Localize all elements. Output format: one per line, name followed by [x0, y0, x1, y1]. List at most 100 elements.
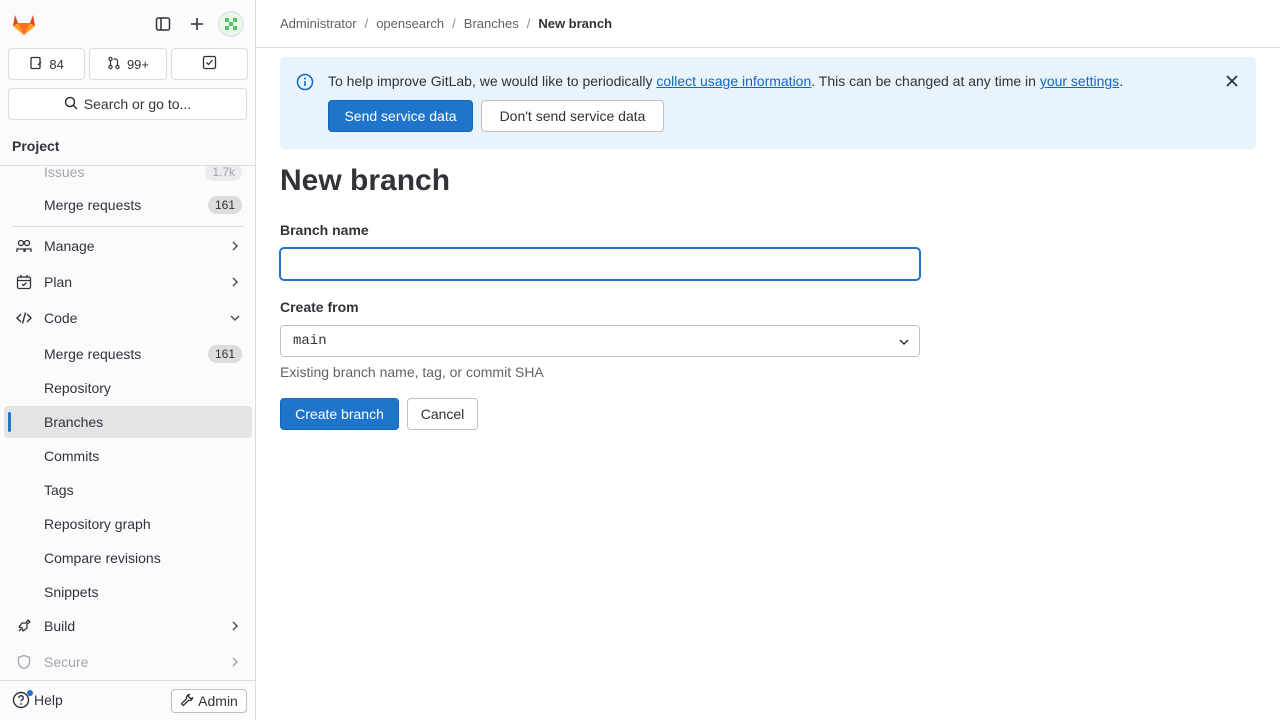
breadcrumb-branches[interactable]: Branches	[464, 16, 519, 31]
sidebar-item-plan[interactable]: Plan	[4, 266, 252, 298]
search-icon	[64, 96, 78, 113]
branch-name-label: Branch name	[280, 222, 369, 238]
search-label: Search or go to...	[83, 96, 192, 112]
alert-text-part: . This can be changed at any time in	[811, 73, 1040, 89]
wrench-icon	[180, 693, 194, 710]
notification-dot	[27, 690, 33, 696]
merge-requests-badge: 161	[207, 345, 242, 363]
chevron-down-icon	[897, 335, 911, 349]
breadcrumb-administrator[interactable]: Administrator	[280, 16, 357, 31]
help-button[interactable]: Help	[12, 690, 63, 709]
toggle-sidebar-icon[interactable]	[151, 12, 175, 36]
gitlab-logo-icon[interactable]	[10, 10, 38, 38]
sidebar-item-issues[interactable]: Issues 1.7k	[4, 166, 252, 188]
avatar[interactable]	[218, 11, 244, 37]
sidebar-item-label: Merge requests	[44, 346, 142, 362]
users-icon	[16, 238, 32, 254]
send-service-data-button[interactable]: Send service data	[328, 100, 473, 132]
close-icon[interactable]	[1224, 73, 1240, 89]
create-from-dropdown[interactable]: main	[280, 325, 920, 357]
chevron-right-icon	[228, 619, 242, 633]
merge-requests-count: 99+	[126, 56, 150, 72]
sidebar-item-secure[interactable]: Secure	[4, 646, 252, 678]
sidebar-item-label: Snippets	[44, 584, 99, 600]
sidebar-nav: Issues 1.7k Merge requests 161 Manage Pl…	[0, 166, 255, 680]
sidebar: 84 99+ Search or go to... Project Issues…	[0, 0, 256, 720]
breadcrumb-current[interactable]: New branch	[538, 16, 612, 31]
chevron-down-icon	[228, 311, 242, 325]
issues-icon	[29, 56, 43, 73]
sidebar-footer: Help Admin	[0, 680, 255, 720]
merge-requests-badge: 161	[207, 196, 242, 214]
create-from-label: Create from	[280, 299, 359, 315]
sidebar-item-branches[interactable]: Branches	[4, 406, 252, 438]
sidebar-item-snippets[interactable]: Snippets	[4, 576, 252, 608]
breadcrumb-separator: /	[526, 16, 531, 31]
user-counts: 84 99+	[8, 48, 248, 80]
plus-icon[interactable]	[185, 12, 209, 36]
sidebar-item-label: Build	[44, 618, 76, 634]
sidebar-item-label: Secure	[44, 654, 89, 670]
chevron-right-icon	[228, 239, 242, 253]
sidebar-item-label: Manage	[44, 238, 95, 254]
top-bar: Administrator / opensearch / Branches / …	[256, 0, 1280, 48]
sidebar-item-manage[interactable]: Manage	[4, 230, 252, 262]
nav-divider	[12, 226, 244, 227]
sidebar-item-build[interactable]: Build	[4, 610, 252, 642]
create-from-help-text: Existing branch name, tag, or commit SHA	[280, 364, 544, 380]
breadcrumb-separator: /	[452, 16, 456, 31]
sidebar-item-label: Merge requests	[44, 197, 142, 213]
admin-label: Admin	[198, 693, 238, 709]
breadcrumb: Administrator / opensearch / Branches / …	[280, 16, 612, 31]
calendar-icon	[16, 274, 32, 290]
help-label: Help	[34, 692, 63, 708]
rocket-icon	[16, 618, 32, 634]
alert-text-part: .	[1119, 73, 1124, 89]
sidebar-item-commits[interactable]: Commits	[4, 440, 252, 472]
sidebar-header	[0, 0, 255, 48]
alert-message: To help improve GitLab, we would like to…	[328, 73, 1123, 89]
create-from-value: main	[293, 333, 327, 349]
todos-button[interactable]	[170, 48, 248, 80]
breadcrumb-opensearch[interactable]: opensearch	[376, 16, 444, 31]
page-title: New branch	[280, 164, 451, 197]
sidebar-item-repository-graph[interactable]: Repository graph	[4, 508, 252, 540]
sidebar-item-label: Plan	[44, 274, 73, 290]
sidebar-item-label: Code	[44, 310, 78, 326]
sidebar-item-label: Issues	[44, 166, 85, 180]
sidebar-item-tags[interactable]: Tags	[4, 474, 252, 506]
sidebar-item-compare-revisions[interactable]: Compare revisions	[4, 542, 252, 574]
help-icon	[12, 690, 33, 709]
branch-name-input[interactable]	[280, 248, 920, 280]
shield-icon	[16, 654, 32, 670]
code-icon	[16, 310, 32, 326]
admin-button[interactable]: Admin	[171, 689, 247, 713]
sidebar-section-title: Project	[0, 128, 255, 166]
cancel-button[interactable]: Cancel	[407, 398, 478, 430]
issues-badge: 1.7k	[205, 166, 242, 181]
issues-count: 84	[49, 56, 64, 72]
sidebar-item-label: Repository graph	[44, 516, 151, 532]
sidebar-item-label: Commits	[44, 448, 100, 464]
chevron-right-icon	[228, 275, 242, 289]
usage-data-alert: To help improve GitLab, we would like to…	[280, 57, 1256, 149]
alert-text-part: To help improve GitLab, we would like to…	[328, 73, 657, 89]
breadcrumb-separator: /	[364, 16, 369, 31]
merge-requests-button[interactable]: 99+	[89, 48, 167, 80]
create-branch-button[interactable]: Create branch	[280, 398, 399, 430]
sidebar-item-repository[interactable]: Repository	[4, 372, 252, 404]
sidebar-item-label: Compare revisions	[44, 550, 161, 566]
collect-usage-link[interactable]: collect usage information	[656, 73, 811, 89]
info-icon	[296, 73, 314, 91]
your-settings-link[interactable]: your settings	[1040, 73, 1119, 89]
sidebar-item-label: Repository	[44, 380, 111, 396]
assigned-issues-button[interactable]: 84	[8, 48, 86, 80]
todo-checkbox-icon	[202, 55, 217, 73]
merge-request-icon	[107, 56, 121, 73]
sidebar-item-code-merge-requests[interactable]: Merge requests 161	[4, 338, 252, 370]
sidebar-item-merge-requests[interactable]: Merge requests 161	[4, 189, 252, 221]
sidebar-item-code[interactable]: Code	[4, 302, 252, 334]
sidebar-item-label: Tags	[44, 482, 74, 498]
dont-send-service-data-button[interactable]: Don't send service data	[481, 100, 664, 132]
search-button[interactable]: Search or go to...	[8, 88, 247, 120]
